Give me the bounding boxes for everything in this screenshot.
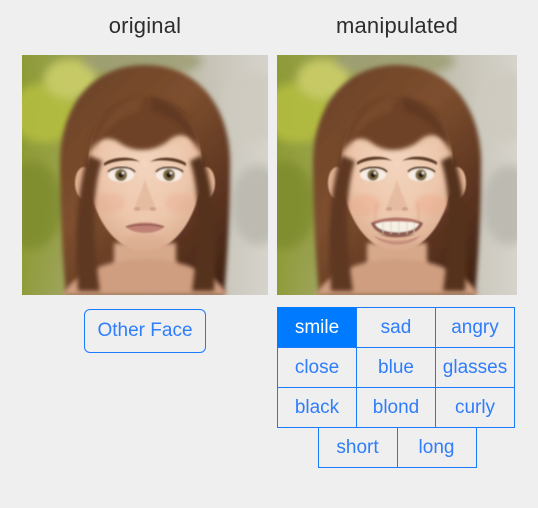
- original-column-title: original: [108, 13, 182, 38]
- attribute-button-black[interactable]: black: [277, 387, 357, 428]
- attribute-button-grid: smile sad angry close blue glasses black…: [277, 307, 517, 468]
- attribute-button-blue[interactable]: blue: [356, 347, 436, 388]
- attribute-button-sad[interactable]: sad: [356, 307, 436, 348]
- attribute-row-expression: smile sad angry: [277, 307, 517, 348]
- attribute-button-glasses[interactable]: glasses: [435, 347, 515, 388]
- attribute-button-angry[interactable]: angry: [435, 307, 515, 348]
- attribute-button-long[interactable]: long: [396, 427, 477, 468]
- attribute-button-short[interactable]: short: [317, 427, 398, 468]
- manipulated-portrait: [277, 55, 517, 295]
- manipulated-column-title: manipulated: [335, 13, 459, 38]
- attribute-button-close[interactable]: close: [277, 347, 357, 388]
- original-portrait: [22, 55, 268, 295]
- manipulated-face-image: [277, 55, 517, 295]
- manipulated-portrait-graphic: [277, 55, 517, 295]
- attribute-row-eyes: close blue glasses: [277, 347, 517, 388]
- original-portrait-graphic: [22, 55, 268, 295]
- column-headers: original manipulated: [0, 0, 538, 55]
- attribute-button-curly[interactable]: curly: [435, 387, 515, 428]
- other-face-button[interactable]: Other Face: [84, 309, 206, 353]
- attribute-button-blond[interactable]: blond: [356, 387, 436, 428]
- original-face-image: [22, 55, 268, 295]
- attribute-row-hair-length: short long: [277, 427, 517, 468]
- attribute-row-hair-color: black blond curly: [277, 387, 517, 428]
- attribute-button-smile[interactable]: smile: [277, 307, 357, 348]
